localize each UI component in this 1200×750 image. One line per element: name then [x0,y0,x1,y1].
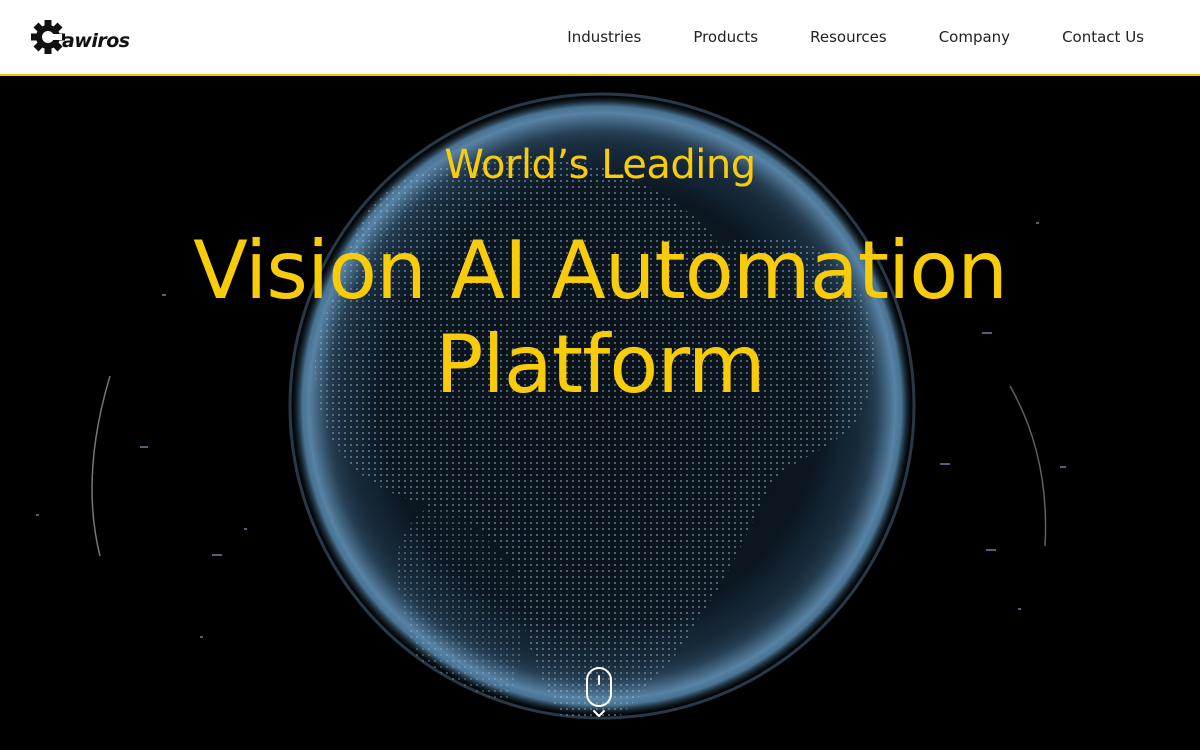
hero-title-line-1: Vision AI Automation [193,224,1008,317]
brand-logo[interactable]: awiros [31,17,130,57]
nav-item-contact-us[interactable]: Contact Us [1062,28,1144,46]
hero-title: Vision AI Automation Platform [0,224,1200,412]
nav-item-products[interactable]: Products [693,28,758,46]
brand-name: awiros [62,30,130,52]
main-nav: Industries Products Resources Company Co… [567,0,1144,74]
nav-item-industries[interactable]: Industries [567,28,641,46]
scroll-down-button[interactable] [585,666,615,724]
site-header: awiros Industries Products Resources Com… [0,0,1200,76]
hero-eyebrow: World’s Leading [444,142,756,188]
hero-section: World’s Leading Vision AI Automation Pla… [0,76,1200,750]
hero-title-line-2: Platform [435,318,765,411]
nav-item-resources[interactable]: Resources [810,28,887,46]
chevron-down-icon [593,710,605,717]
gear-icon [31,20,65,54]
nav-item-company[interactable]: Company [939,28,1010,46]
